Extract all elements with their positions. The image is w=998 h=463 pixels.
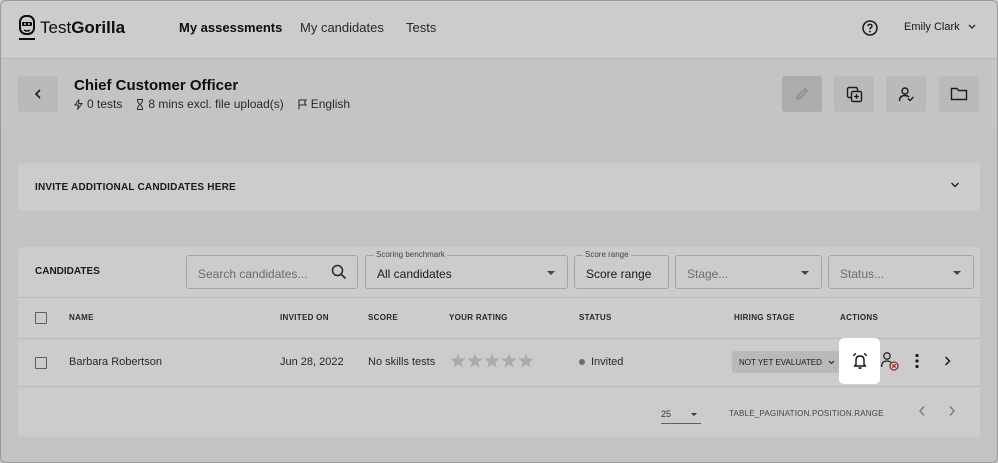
column-header-your-rating[interactable]: YOUR RATING	[449, 313, 508, 322]
edit-button[interactable]	[782, 76, 822, 112]
column-header-status[interactable]: STATUS	[579, 313, 612, 322]
row-checkbox[interactable]	[35, 357, 47, 369]
next-page-icon[interactable]	[948, 405, 956, 417]
brand-name-light: Test	[40, 18, 72, 37]
candidate-score: No skills tests	[368, 356, 436, 368]
stage-select[interactable]: Stage...	[675, 255, 822, 289]
hourglass-icon	[137, 98, 144, 110]
assessment-title: Chief Customer Officer	[74, 77, 239, 94]
folder-icon	[950, 87, 968, 101]
invite-panel-label: INVITE ADDITIONAL CANDIDATES HERE	[35, 182, 236, 193]
nav-tests[interactable]: Tests	[406, 20, 436, 35]
hiring-stage-value: NOT YET EVALUATED	[739, 357, 822, 367]
invite-candidates-button[interactable]	[886, 76, 926, 112]
user-add-icon	[898, 86, 914, 101]
invited-on-date: Jun 28, 2022	[280, 356, 344, 368]
brand-name-bold: Gorilla	[71, 18, 126, 37]
caret-down-icon	[691, 413, 697, 416]
chevron-right-icon[interactable]	[944, 356, 951, 366]
pagination-range: TABLE_PAGINATION.POSITION.RANGE	[729, 409, 884, 418]
assessment-duration: 8 mins excl. file upload(s)	[148, 97, 284, 111]
page-size-select[interactable]: 25	[661, 409, 701, 424]
score-range-select[interactable]: Score range Score range	[574, 250, 669, 289]
star-icon[interactable]	[518, 353, 534, 368]
divider	[18, 338, 980, 339]
pencil-icon	[796, 88, 808, 100]
star-icon[interactable]	[450, 353, 466, 368]
invite-candidates-panel[interactable]: INVITE ADDITIONAL CANDIDATES HERE	[18, 163, 980, 211]
select-all-checkbox[interactable]	[35, 312, 47, 324]
caret-down-icon	[953, 271, 961, 275]
stage-placeholder: Stage...	[687, 267, 729, 281]
column-header-score[interactable]: SCORE	[368, 313, 398, 322]
divider	[18, 297, 980, 298]
score-range-value: Score range	[586, 267, 652, 281]
divider	[18, 386, 980, 387]
caret-down-icon	[801, 271, 809, 275]
assessment-meta: 0 tests 8 mins excl. file upload(s) Engl…	[74, 97, 350, 111]
user-menu[interactable]: Emily Clark	[904, 21, 976, 33]
status-dot-icon	[579, 359, 585, 366]
star-icon[interactable]	[501, 353, 517, 368]
rating-stars[interactable]	[450, 353, 534, 368]
benchmark-value: All candidates	[377, 267, 452, 281]
assessment-header: Chief Customer Officer 0 tests 8 mins ex…	[0, 59, 998, 131]
nav-my-candidates[interactable]: My candidates	[300, 20, 384, 35]
candidates-title: CANDIDATES	[35, 266, 100, 277]
duplicate-button[interactable]	[834, 76, 874, 112]
star-icon[interactable]	[484, 353, 500, 368]
candidate-name[interactable]: Barbara Robertson	[69, 356, 162, 368]
page-size-value: 25	[661, 409, 672, 419]
benchmark-label: Scoring benchmark	[374, 250, 447, 259]
score-range-label: Score range	[583, 250, 631, 259]
nav-my-assessments[interactable]: My assessments	[179, 20, 282, 35]
previous-page-icon[interactable]	[918, 405, 926, 417]
column-header-hiring-stage[interactable]: HIRING STAGE	[734, 313, 795, 322]
flag-icon	[298, 99, 307, 109]
duplicate-icon	[846, 86, 862, 102]
column-header-actions: ACTIONS	[840, 313, 879, 322]
alarm-bell-icon	[852, 352, 867, 369]
more-options-icon[interactable]	[914, 353, 920, 369]
star-icon[interactable]	[467, 353, 483, 368]
status-placeholder: Status...	[840, 267, 885, 281]
user-name: Emily Clark	[904, 21, 960, 33]
chevron-left-icon	[34, 89, 41, 99]
candidates-panel: CANDIDATES Search candidates... Scoring …	[18, 247, 980, 437]
folder-button[interactable]	[939, 76, 979, 112]
status-text: Invited	[591, 356, 624, 368]
candidate-status: Invited	[579, 356, 623, 368]
scoring-benchmark-select[interactable]: Scoring benchmark All candidates	[365, 250, 568, 289]
reject-candidate-icon[interactable]	[880, 350, 900, 372]
status-select[interactable]: Status...	[828, 255, 974, 289]
column-header-name[interactable]: NAME	[69, 313, 94, 322]
hiring-stage-select[interactable]: NOT YET EVALUATED	[732, 351, 840, 373]
chevron-down-icon	[968, 24, 976, 29]
chevron-down-icon	[828, 360, 835, 364]
send-reminder-button[interactable]	[839, 338, 880, 384]
gorilla-logo-icon	[19, 15, 35, 40]
chevron-down-icon[interactable]	[950, 181, 960, 189]
app-root: TestGorilla My assessments My candidates…	[0, 0, 998, 463]
search-input[interactable]: Search candidates...	[186, 255, 358, 289]
help-icon[interactable]	[862, 20, 878, 36]
caret-down-icon	[547, 271, 555, 275]
tests-count: 0 tests	[87, 97, 123, 111]
search-icon	[331, 264, 347, 280]
back-button[interactable]	[18, 76, 58, 112]
testgorilla-logo[interactable]: TestGorilla	[18, 13, 125, 43]
assessment-language: English	[310, 97, 351, 111]
top-navigation: TestGorilla My assessments My candidates…	[0, 0, 998, 59]
column-header-invited-on[interactable]: INVITED ON	[280, 313, 329, 322]
search-placeholder: Search candidates...	[198, 267, 308, 281]
lightning-icon	[74, 98, 83, 110]
